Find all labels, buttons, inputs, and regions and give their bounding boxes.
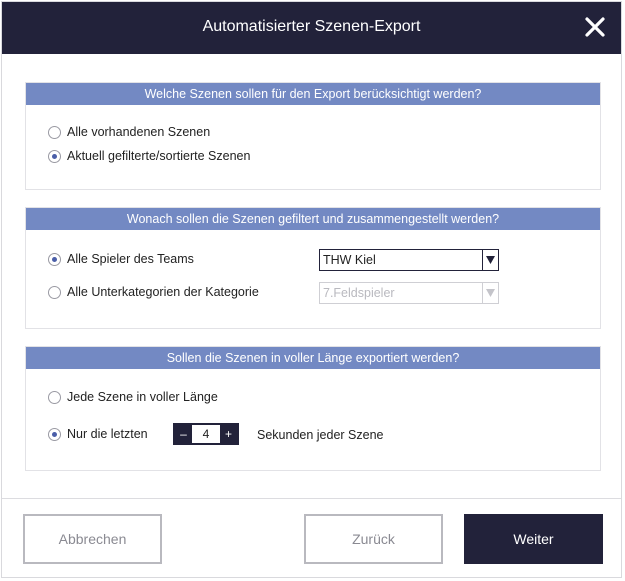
seconds-stepper[interactable]: – 4 +: [173, 423, 239, 445]
section-header: Wonach sollen die Szenen gefiltert und z…: [26, 208, 600, 230]
decrement-button[interactable]: –: [175, 425, 192, 443]
dialog-titlebar: Automatisierter Szenen-Export: [2, 2, 621, 54]
radio-subcategories[interactable]: Alle Unterkategorien der Kategorie: [48, 283, 259, 301]
dropdown-arrow-icon: [482, 283, 498, 303]
radio-all-scenes[interactable]: Alle vorhandenen Szenen: [48, 123, 210, 141]
radio-label: Alle Unterkategorien der Kategorie: [67, 285, 259, 299]
category-select: 7.Feldspieler: [319, 282, 499, 304]
close-icon: [585, 17, 605, 37]
team-select-value: THW Kiel: [323, 253, 376, 267]
seconds-value[interactable]: 4: [192, 425, 220, 443]
section-header: Sollen die Szenen in voller Länge export…: [26, 347, 600, 369]
section-header: Welche Szenen sollen für den Export berü…: [26, 83, 600, 105]
length-section: Sollen die Szenen in voller Länge export…: [25, 346, 601, 471]
radio-label: Aktuell gefilterte/sortierte Szenen: [67, 149, 251, 163]
back-button[interactable]: Zurück: [304, 514, 443, 564]
radio-label: Alle vorhandenen Szenen: [67, 125, 211, 139]
radio-button[interactable]: [48, 252, 61, 266]
dropdown-arrow-icon: [482, 250, 498, 270]
close-button[interactable]: [583, 15, 607, 39]
increment-button[interactable]: +: [220, 425, 237, 443]
team-select[interactable]: THW Kiel: [319, 249, 499, 271]
radio-button[interactable]: [48, 427, 61, 441]
radio-filtered-scenes[interactable]: Aktuell gefilterte/sortierte Szenen: [48, 147, 250, 165]
dialog-title: Automatisierter Szenen-Export: [202, 18, 421, 35]
radio-label: Alle Spieler des Teams: [67, 252, 194, 266]
radio-button[interactable]: [48, 390, 61, 404]
category-select-value: 7.Feldspieler: [323, 286, 395, 300]
export-dialog: Automatisierter Szenen-Export Welche Sze…: [1, 1, 622, 578]
cancel-button[interactable]: Abbrechen: [23, 514, 162, 564]
radio-team-players[interactable]: Alle Spieler des Teams: [48, 250, 194, 268]
scene-selection-section: Welche Szenen sollen für den Export berü…: [25, 82, 601, 190]
radio-button[interactable]: [48, 149, 61, 163]
footer-divider: [2, 498, 621, 499]
radio-button[interactable]: [48, 125, 61, 139]
filter-section: Wonach sollen die Szenen gefiltert und z…: [25, 207, 601, 329]
seconds-suffix: Sekunden jeder Szene: [257, 428, 384, 442]
radio-label: Jede Szene in voller Länge: [67, 390, 218, 404]
radio-full-length[interactable]: Jede Szene in voller Länge: [48, 388, 218, 406]
radio-label: Nur die letzten: [67, 427, 148, 441]
radio-last-seconds[interactable]: Nur die letzten: [48, 425, 148, 443]
radio-button[interactable]: [48, 285, 61, 299]
next-button[interactable]: Weiter: [464, 514, 603, 564]
